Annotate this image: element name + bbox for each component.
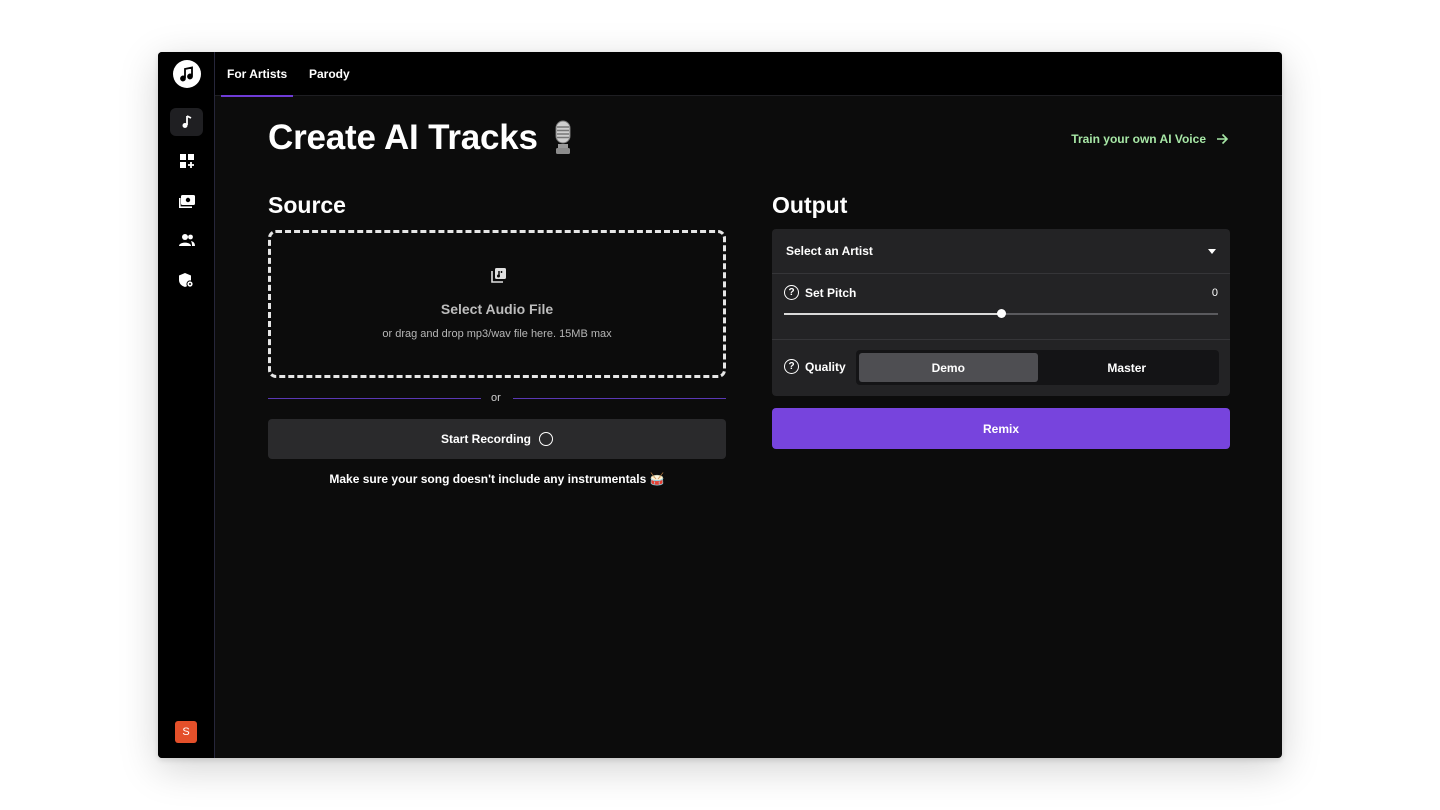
sidebar: S (158, 52, 215, 758)
app-logo[interactable] (173, 60, 201, 88)
caret-down-icon (1208, 248, 1216, 254)
or-separator: or (491, 392, 501, 404)
artist-select-label: Select an Artist (786, 244, 873, 258)
pitch-row: ? Set Pitch 0 (784, 285, 1218, 300)
sidebar-item-users[interactable] (170, 226, 203, 254)
train-voice-link[interactable]: Train your own AI Voice (1071, 132, 1229, 146)
quality-toggle: Demo Master (856, 350, 1219, 385)
quality-label: Quality (805, 359, 846, 374)
help-icon[interactable]: ? (784, 359, 799, 374)
user-avatar[interactable]: S (175, 721, 197, 743)
microphone-icon (555, 120, 571, 154)
train-voice-label: Train your own AI Voice (1071, 132, 1206, 146)
remix-label: Remix (982, 421, 1020, 436)
dropzone-title: Select Audio File (440, 301, 554, 317)
pitch-value: 0 (1211, 286, 1218, 299)
sidebar-item-security[interactable] (170, 266, 203, 294)
panel-divider (772, 339, 1230, 340)
tab-for-artists[interactable]: For Artists (220, 52, 294, 97)
music-note-icon (180, 66, 193, 82)
instrumentals-note: Make sure your song doesn't include any … (329, 472, 665, 486)
tab-parody[interactable]: Parody (309, 52, 350, 96)
quality-row: ? Quality (784, 359, 846, 374)
avatar-letter: S (182, 726, 190, 738)
sidebar-item-dashboard[interactable] (170, 147, 203, 175)
top-nav: For Artists Parody (215, 52, 1282, 97)
audio-dropzone[interactable]: Select Audio File or drag and drop mp3/w… (268, 230, 726, 378)
source-heading: Source (268, 192, 346, 218)
shield-settings-icon (179, 272, 194, 288)
tab-label: Parody (309, 67, 350, 81)
quality-option-master[interactable]: Master (1038, 353, 1217, 382)
sidebar-item-create-tracks[interactable] (170, 108, 203, 136)
remix-button[interactable]: Remix (772, 408, 1230, 449)
record-circle-icon (539, 432, 553, 446)
start-recording-label: Start Recording (440, 432, 531, 446)
help-icon[interactable]: ? (784, 285, 799, 300)
page-title: Create AI Tracks (268, 118, 538, 157)
output-panel: Select an Artist ? Set Pitch 0 ? Quality… (772, 229, 1230, 396)
pitch-slider[interactable] (784, 309, 1218, 318)
add-audio-file-icon (491, 268, 506, 283)
page-header: Create AI Tracks (268, 118, 576, 158)
start-recording-button[interactable]: Start Recording (268, 419, 726, 459)
dashboard-add-icon (179, 154, 194, 168)
tab-label: For Artists (227, 67, 288, 81)
pitch-label: Set Pitch (805, 285, 857, 300)
sidebar-item-media[interactable] (170, 187, 203, 215)
arrow-right-icon (1217, 133, 1229, 145)
music-note-icon (182, 115, 191, 128)
divider-left (268, 398, 481, 399)
media-library-icon (178, 194, 195, 208)
output-heading: Output (772, 192, 848, 218)
dropzone-subtitle: or drag and drop mp3/wav file here. 15MB… (382, 328, 612, 340)
pitch-slider-fill (784, 313, 1001, 315)
users-icon (178, 234, 195, 246)
artist-select-dropdown[interactable]: Select an Artist (772, 229, 1230, 274)
quality-option-demo[interactable]: Demo (859, 353, 1038, 382)
pitch-slider-thumb[interactable] (997, 309, 1006, 318)
app-window: S For Artists Parody Create AI Tracks Tr… (158, 52, 1282, 758)
divider-right (513, 398, 726, 399)
